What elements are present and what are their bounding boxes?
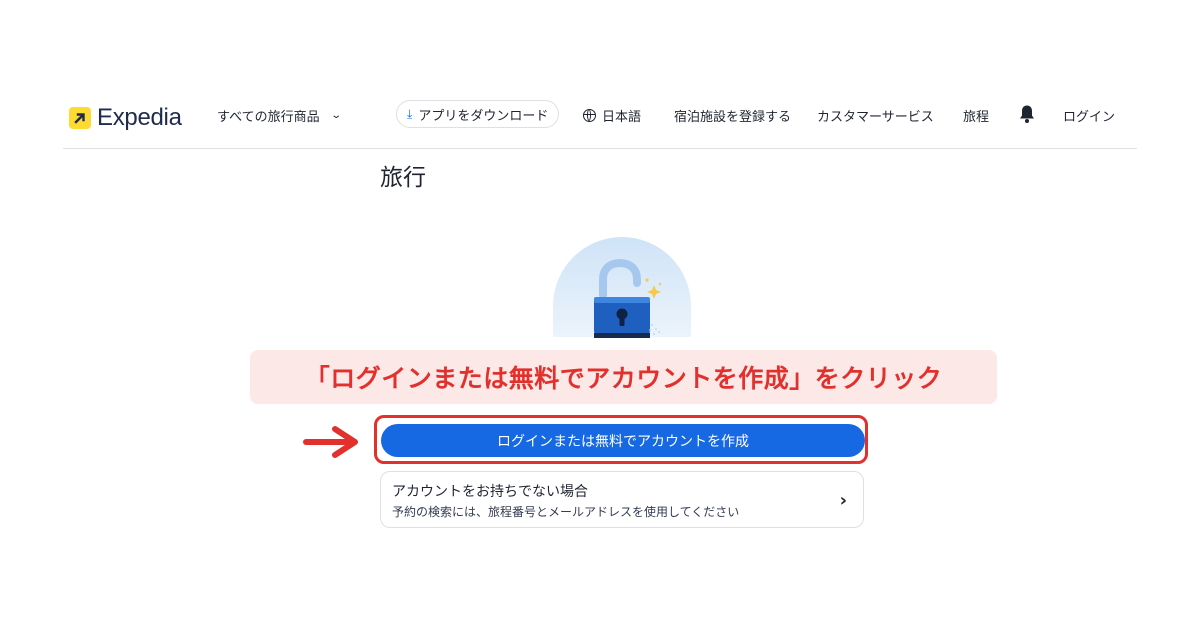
- logo-text: Expedia: [97, 104, 182, 131]
- header: Expedia すべての旅行商品 ⌄ ⤓ アプリをダウンロード 日本語 宿泊施設…: [63, 92, 1137, 149]
- customer-service-link[interactable]: カスタマーサービス: [817, 106, 934, 125]
- trips-label: 旅程: [963, 110, 990, 125]
- no-account-title: アカウントをお持ちでない場合: [392, 484, 588, 500]
- no-account-subtitle: 予約の検索には、旅程番号とメールアドレスを使用してください: [392, 505, 740, 519]
- expedia-logo[interactable]: Expedia: [69, 104, 182, 132]
- annotation-banner: 「ログインまたは無料でアカウントを作成」をクリック: [250, 350, 997, 404]
- customer-service-label: カスタマーサービス: [817, 110, 934, 125]
- download-icon: ⤓: [407, 106, 413, 121]
- all-products-label: すべての旅行商品: [217, 110, 320, 125]
- login-link[interactable]: ログイン: [1063, 106, 1115, 125]
- language-selector[interactable]: 日本語: [583, 106, 641, 125]
- language-label: 日本語: [602, 110, 642, 125]
- register-property-link[interactable]: 宿泊施設を登録する: [674, 106, 791, 125]
- page: Expedia すべての旅行商品 ⌄ ⤓ アプリをダウンロード 日本語 宿泊施設…: [0, 0, 1200, 630]
- chevron-right-icon: ›: [839, 490, 847, 511]
- login-or-create-account-button[interactable]: ログインまたは無料でアカウントを作成: [381, 424, 865, 457]
- bell-icon: [1020, 105, 1034, 123]
- expedia-arrow-icon: [69, 107, 91, 129]
- globe-icon: [583, 109, 596, 122]
- all-products-menu[interactable]: すべての旅行商品 ⌄: [217, 106, 342, 125]
- trips-link[interactable]: 旅程: [963, 106, 989, 125]
- page-title: 旅行: [380, 165, 426, 191]
- right-arrow-icon: [303, 426, 358, 458]
- annotation-banner-text: 「ログインまたは無料でアカウントを作成」をクリック: [304, 364, 943, 393]
- app-download-button[interactable]: ⤓ アプリをダウンロード: [396, 100, 560, 128]
- unlocked-padlock-icon: [553, 237, 691, 347]
- chevron-down-icon: ⌄: [329, 110, 342, 121]
- register-property-label: 宿泊施設を登録する: [674, 110, 792, 125]
- app-download-label: アプリをダウンロード: [418, 108, 549, 124]
- no-account-card[interactable]: アカウントをお持ちでない場合 予約の検索には、旅程番号とメールアドレスを使用して…: [380, 471, 864, 528]
- login-label: ログイン: [1063, 110, 1116, 125]
- notifications-button[interactable]: [1018, 104, 1036, 124]
